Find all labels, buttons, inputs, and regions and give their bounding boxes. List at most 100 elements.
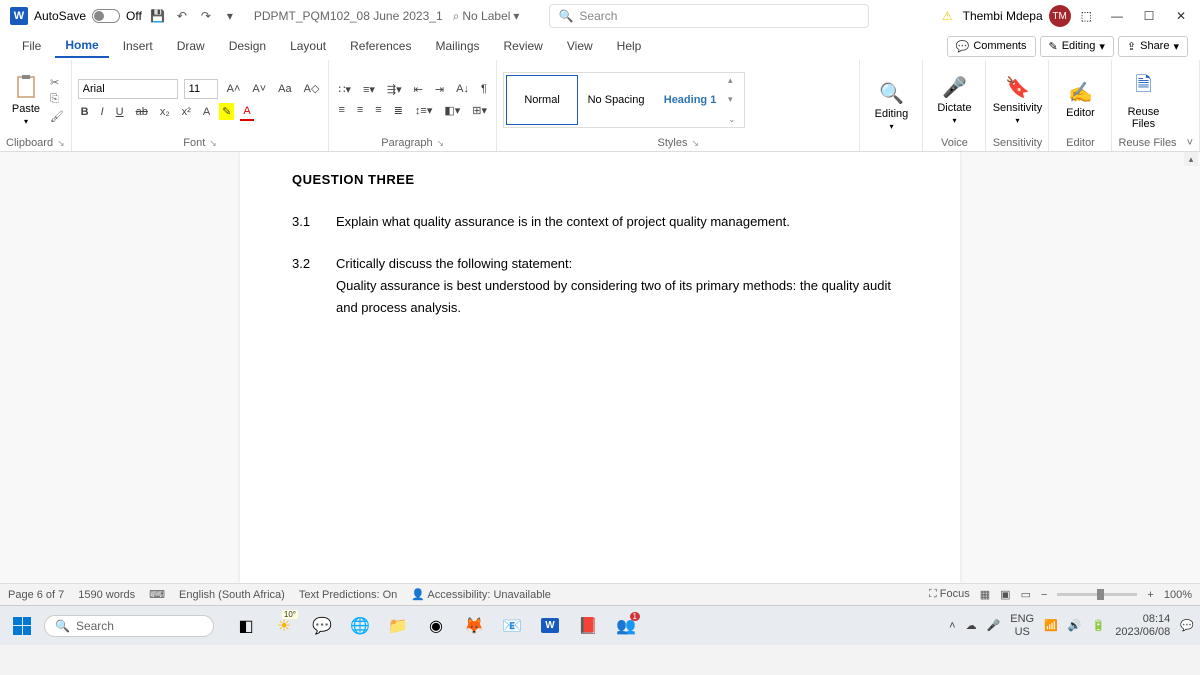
grow-font-button[interactable]: A˄ — [224, 81, 244, 97]
multilevel-list-button[interactable]: ⇶▾ — [384, 81, 405, 98]
minimize-button[interactable]: — — [1102, 4, 1132, 28]
align-right-button[interactable]: ≡ — [372, 102, 384, 118]
shading-button[interactable]: ◧▾ — [441, 102, 463, 119]
change-case-button[interactable]: Aa — [275, 81, 294, 97]
maximize-button[interactable]: ☐ — [1134, 4, 1164, 28]
bold-button[interactable]: B — [78, 104, 92, 120]
show-marks-button[interactable]: ¶ — [478, 81, 490, 97]
spellcheck-icon[interactable]: ⌨ — [149, 588, 165, 601]
highlight-button[interactable]: ✎ — [219, 103, 234, 120]
toggle-icon[interactable] — [92, 9, 120, 23]
firefox-icon[interactable]: 🦊 — [458, 610, 490, 642]
text-effects-button[interactable]: A — [200, 104, 213, 120]
style-no-spacing[interactable]: No Spacing — [580, 75, 652, 125]
tray-chevron-icon[interactable]: ˄ — [949, 620, 955, 632]
autosave-toggle[interactable]: AutoSave Off — [34, 9, 142, 23]
editing-mode-button[interactable]: ✎ Editing ▾ — [1040, 36, 1114, 57]
notifications-icon[interactable]: 💬 — [1180, 619, 1194, 632]
tab-review[interactable]: Review — [494, 35, 553, 57]
start-button[interactable] — [6, 610, 38, 642]
document-page[interactable]: QUESTION THREE 3.1 Explain what quality … — [240, 152, 960, 583]
clock[interactable]: 08:14 2023/06/08 — [1115, 613, 1170, 637]
task-view-icon[interactable]: ◧ — [230, 610, 262, 642]
tab-view[interactable]: View — [557, 35, 603, 57]
save-icon[interactable]: 💾 — [150, 8, 166, 24]
font-color-button[interactable]: A — [240, 103, 253, 121]
close-button[interactable]: ✕ — [1166, 4, 1196, 28]
dictate-button[interactable]: 🎤 Dictate ▾ — [929, 75, 979, 125]
volume-icon[interactable]: 🔊 — [1068, 619, 1082, 632]
word-taskbar-icon[interactable]: W — [534, 610, 566, 642]
bullets-button[interactable]: ∷▾ — [335, 81, 354, 98]
edge-icon[interactable]: 🌐 — [344, 610, 376, 642]
tab-mailings[interactable]: Mailings — [425, 35, 489, 57]
format-painter-icon[interactable]: 🖌 — [50, 110, 64, 123]
zoom-thumb[interactable] — [1097, 589, 1104, 600]
document-name[interactable]: PDPMT_PQM102_08 June 2023_1 — [254, 9, 443, 23]
underline-button[interactable]: U — [113, 104, 127, 120]
decrease-indent-button[interactable]: ⇤ — [411, 81, 426, 98]
dialog-launcher-icon[interactable]: ↘ — [691, 138, 699, 149]
align-center-button[interactable]: ≡ — [354, 102, 366, 118]
teams-icon[interactable]: 👥1 — [610, 610, 642, 642]
predictions-indicator[interactable]: Text Predictions: On — [299, 589, 397, 601]
focus-button[interactable]: ⛶ Focus — [929, 588, 970, 601]
chat-icon[interactable]: 💬 — [306, 610, 338, 642]
warning-icon[interactable]: ⚠ — [942, 9, 953, 23]
taskbar-search[interactable]: 🔍 Search — [44, 615, 214, 637]
superscript-button[interactable]: x² — [179, 104, 194, 120]
paste-button[interactable]: Paste ▾ — [6, 73, 46, 126]
acrobat-icon[interactable]: 📕 — [572, 610, 604, 642]
read-mode-icon[interactable]: ▦ — [980, 588, 990, 601]
style-normal[interactable]: Normal — [506, 75, 578, 125]
cut-icon[interactable]: ✂ — [50, 76, 64, 89]
language-tray[interactable]: ENG US — [1010, 613, 1034, 637]
user-account[interactable]: Thembi Mdepa TM — [963, 5, 1071, 27]
ribbon-display-icon[interactable]: ⬚ — [1081, 9, 1092, 23]
share-button[interactable]: ⇪ Share ▾ — [1118, 36, 1188, 57]
dialog-launcher-icon[interactable]: ↘ — [57, 138, 65, 149]
editing-dropdown[interactable]: 🔍 Editing ▾ — [866, 81, 916, 131]
font-size-input[interactable] — [184, 79, 218, 99]
wifi-icon[interactable]: 📶 — [1044, 619, 1058, 632]
weather-widget[interactable]: ☀ 10° — [268, 610, 300, 642]
line-spacing-button[interactable]: ↕≡▾ — [412, 102, 435, 119]
tab-help[interactable]: Help — [607, 35, 652, 57]
sensitivity-label-dropdown[interactable]: ⌕ No Label ▾ — [453, 9, 520, 24]
accessibility-indicator[interactable]: 👤 Accessibility: Unavailable — [411, 588, 551, 601]
clear-formatting-button[interactable]: A◇ — [301, 80, 323, 97]
web-layout-icon[interactable]: ▭ — [1021, 588, 1031, 601]
styles-scroll[interactable]: ▴▾⌄ — [728, 75, 742, 125]
zoom-level[interactable]: 100% — [1164, 589, 1192, 601]
tab-insert[interactable]: Insert — [113, 35, 163, 57]
tab-references[interactable]: References — [340, 35, 421, 57]
file-explorer-icon[interactable]: 📁 — [382, 610, 414, 642]
borders-button[interactable]: ⊞▾ — [469, 102, 490, 119]
italic-button[interactable]: I — [98, 104, 107, 120]
tab-draw[interactable]: Draw — [167, 35, 215, 57]
tab-design[interactable]: Design — [219, 35, 276, 57]
outlook-icon[interactable]: 📧 — [496, 610, 528, 642]
subscript-button[interactable]: x₂ — [157, 104, 173, 120]
justify-button[interactable]: ≣ — [391, 102, 406, 119]
print-layout-icon[interactable]: ▣ — [1000, 588, 1010, 601]
scroll-up-icon[interactable]: ▴ — [1184, 152, 1198, 166]
copy-icon[interactable]: ⎘ — [50, 93, 64, 106]
zoom-slider[interactable] — [1057, 593, 1137, 596]
collapse-ribbon-icon[interactable]: ˅ — [1187, 137, 1193, 149]
page-indicator[interactable]: Page 6 of 7 — [8, 589, 64, 601]
strikethrough-button[interactable]: ab — [133, 104, 151, 120]
numbering-button[interactable]: ≡▾ — [360, 81, 378, 98]
sort-button[interactable]: A↓ — [453, 81, 472, 97]
increase-indent-button[interactable]: ⇥ — [432, 81, 447, 98]
tab-file[interactable]: File — [12, 35, 51, 57]
sensitivity-button[interactable]: 🔖 Sensitivity ▾ — [992, 75, 1042, 125]
font-name-input[interactable] — [78, 79, 178, 99]
style-heading-1[interactable]: Heading 1 — [654, 75, 726, 125]
styles-gallery[interactable]: Normal No Spacing Heading 1 ▴▾⌄ — [503, 72, 745, 128]
comments-button[interactable]: 💬 Comments — [947, 36, 1036, 57]
tab-home[interactable]: Home — [55, 34, 108, 58]
zoom-out-button[interactable]: − — [1041, 589, 1047, 601]
word-count[interactable]: 1590 words — [78, 589, 135, 601]
onedrive-icon[interactable]: ☁ — [966, 619, 977, 632]
